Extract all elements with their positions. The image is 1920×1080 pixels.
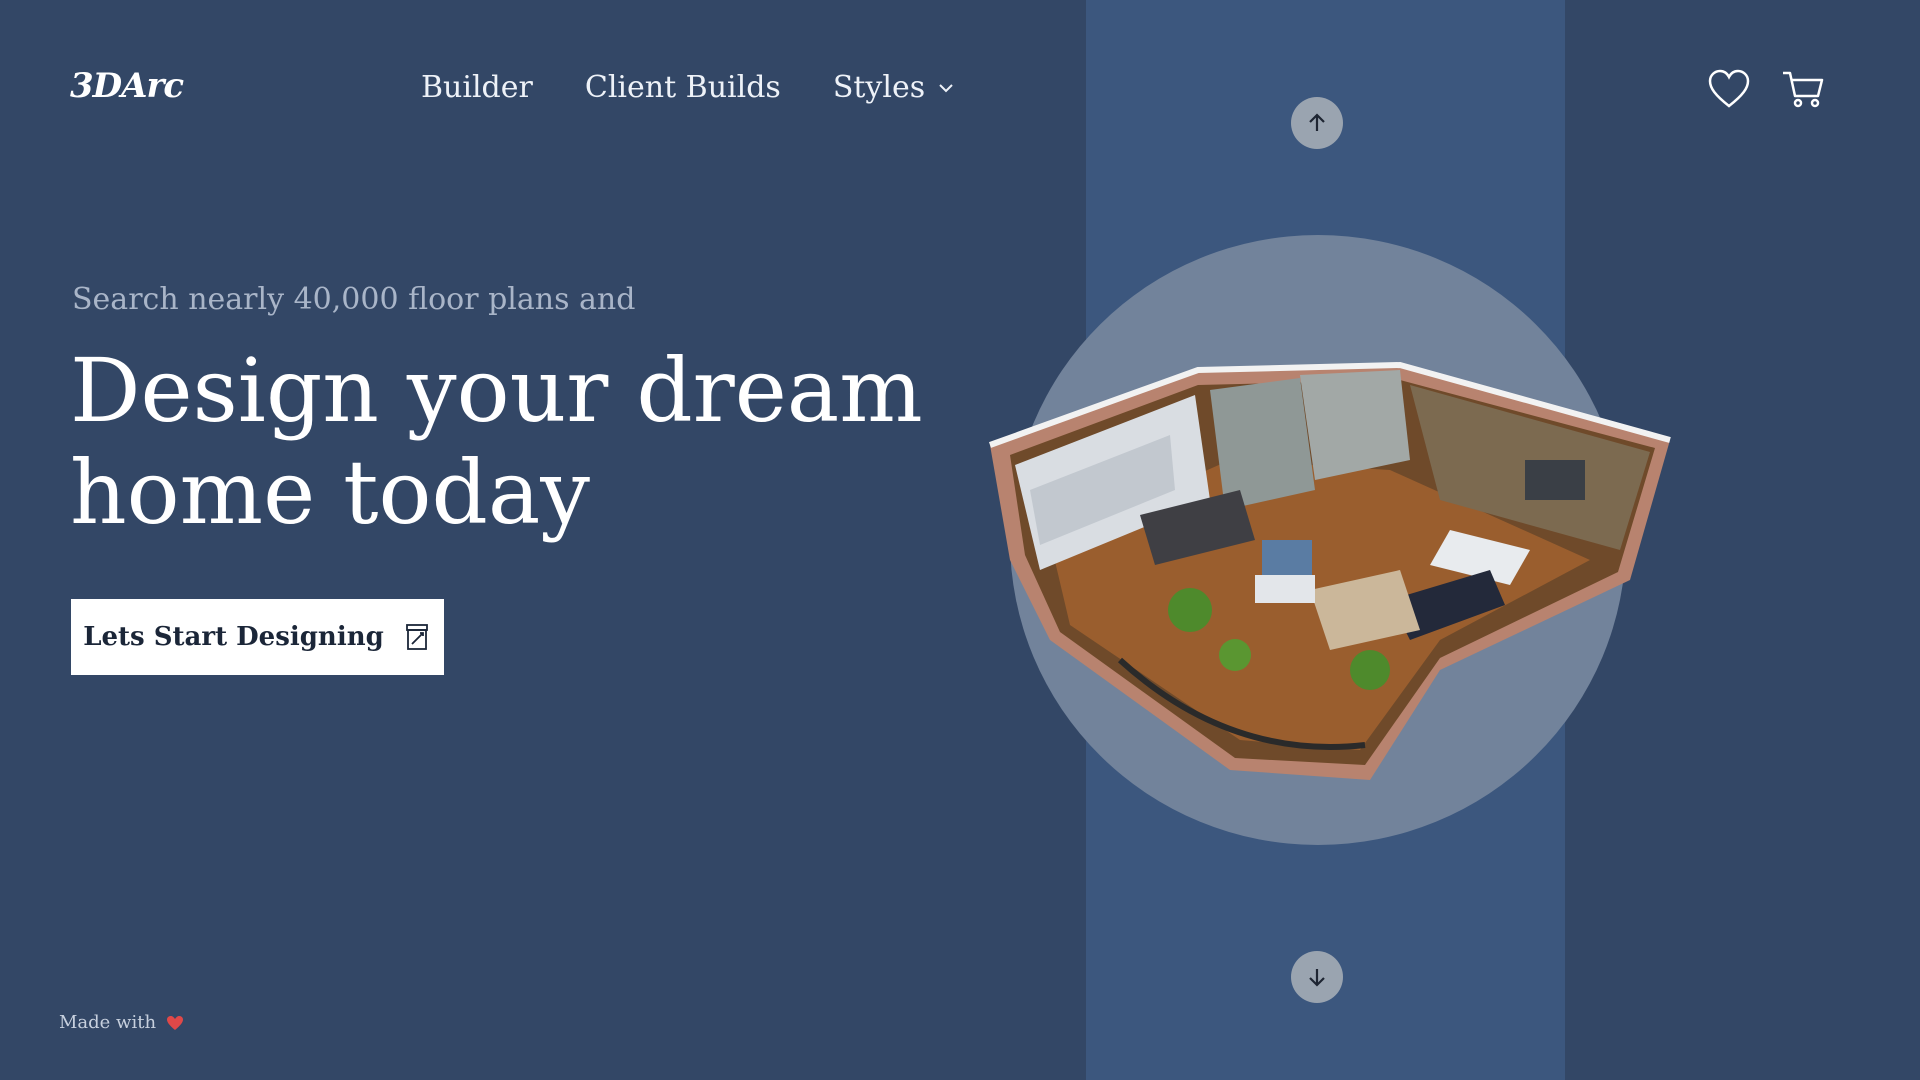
cart-icon[interactable] bbox=[1781, 68, 1825, 110]
carousel-down-button[interactable] bbox=[1291, 951, 1343, 1003]
start-designing-button[interactable]: Lets Start Designing bbox=[71, 599, 444, 675]
main-nav: Builder Client Builds Styles bbox=[421, 70, 955, 105]
headline-line-1: Design your dream bbox=[70, 339, 923, 442]
arrow-up-icon bbox=[1309, 113, 1325, 131]
carousel-up-button[interactable] bbox=[1291, 97, 1343, 149]
3d-floor-plan-image bbox=[988, 361, 1671, 780]
cta-label: Lets Start Designing bbox=[83, 622, 384, 652]
hero-subtitle: Search nearly 40,000 floor plans and bbox=[72, 282, 636, 317]
nav-client-builds[interactable]: Client Builds bbox=[585, 70, 781, 105]
headline-line-2: home today bbox=[70, 441, 591, 544]
chevron-down-icon bbox=[939, 83, 953, 92]
footer-made-with: Made with bbox=[59, 1012, 184, 1033]
nav-builder-label: Builder bbox=[421, 70, 533, 105]
brand-logo[interactable]: 3DArc bbox=[70, 66, 184, 106]
nav-client-builds-label: Client Builds bbox=[584, 70, 781, 105]
heart-icon[interactable] bbox=[1707, 68, 1751, 110]
nav-styles-label: Styles bbox=[832, 70, 926, 105]
arrow-down-icon bbox=[1309, 969, 1325, 987]
nav-styles-dropdown[interactable]: Styles bbox=[833, 70, 955, 105]
nav-builder[interactable]: Builder bbox=[421, 70, 533, 105]
hero-headline: Design your dream home today bbox=[70, 340, 970, 544]
made-with-text: Made with bbox=[59, 1012, 157, 1033]
header-actions bbox=[1707, 68, 1825, 110]
design-edit-icon bbox=[405, 624, 428, 650]
heart-icon-filled bbox=[167, 1015, 184, 1030]
